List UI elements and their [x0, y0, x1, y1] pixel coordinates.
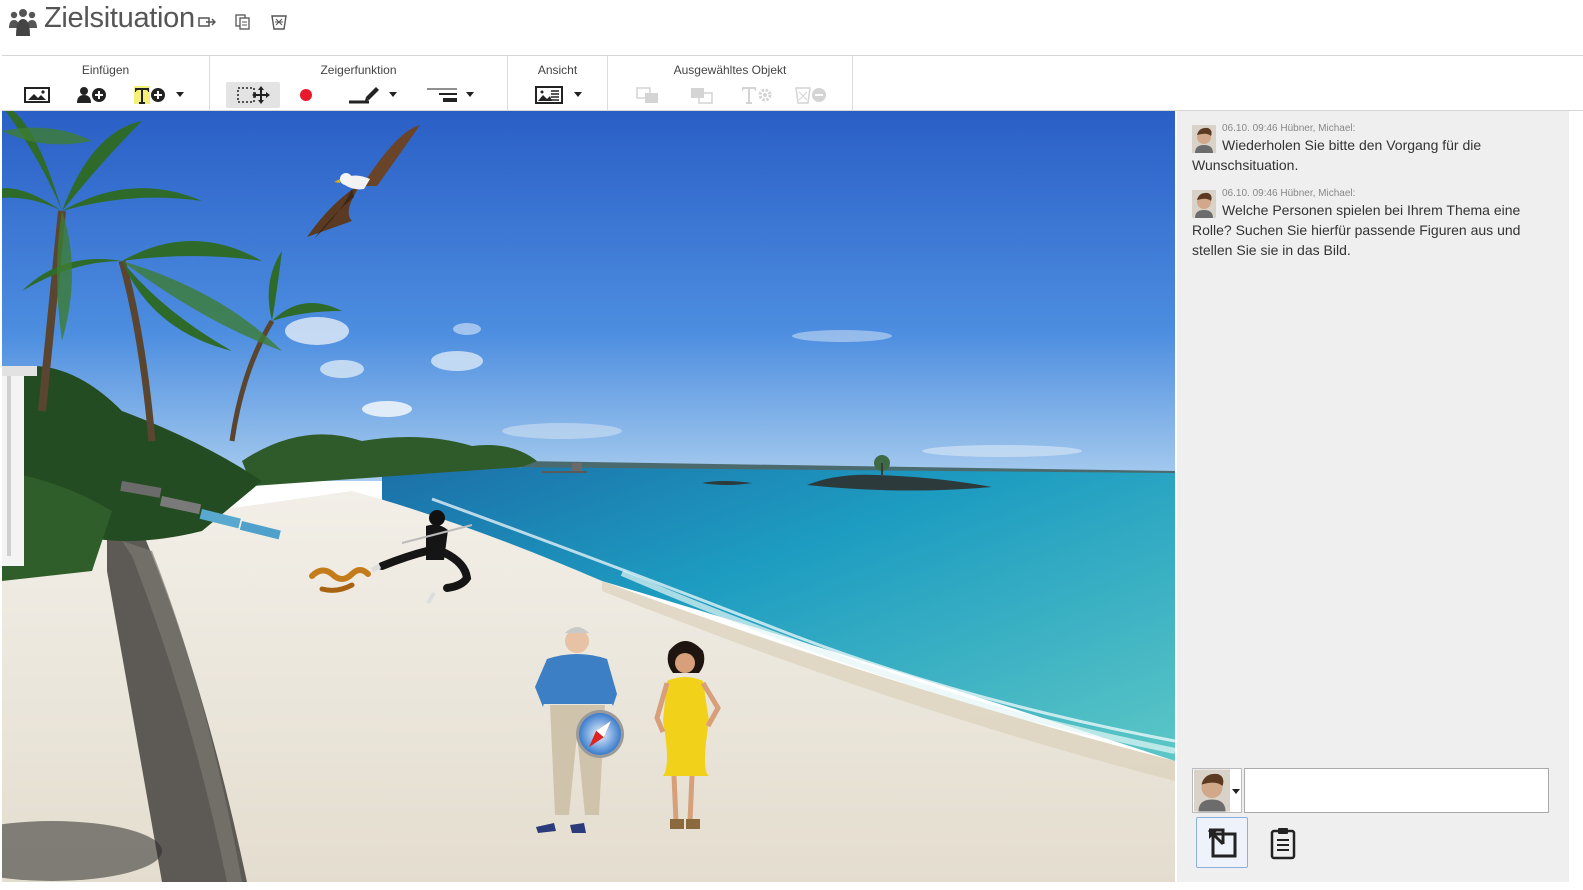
chat-input[interactable]	[1244, 768, 1549, 813]
pen-icon	[349, 87, 379, 104]
add-text-icon	[134, 86, 165, 104]
group-zeigerfunktion: Zeigerfunktion	[210, 56, 508, 110]
pen-button[interactable]	[346, 82, 382, 108]
trash-icon[interactable]	[270, 13, 288, 31]
line-weight-icon	[427, 88, 457, 102]
text-settings-icon	[742, 87, 772, 104]
group-label: Zeigerfunktion	[320, 63, 397, 77]
chevron-down-icon	[1232, 789, 1240, 794]
title-bar: Zielsituation	[0, 0, 1583, 48]
page-title: Zielsituation	[44, 2, 195, 34]
clipboard-icon	[1270, 827, 1296, 859]
delete-object-icon	[795, 87, 826, 104]
add-text-button[interactable]	[133, 82, 167, 108]
insert-background-icon	[24, 87, 50, 103]
group-ausgewaehltes-objekt: Ausgewähltes Objekt	[608, 56, 853, 110]
user-avatar-icon	[1192, 125, 1216, 153]
chat-message-meta: 06.10. 09:46 Hübner, Michael:	[1222, 123, 1356, 134]
record-button[interactable]	[294, 82, 318, 108]
insert-background-button[interactable]	[22, 82, 52, 108]
copy-icon[interactable]	[234, 13, 252, 31]
group-einfuegen: Einfügen	[2, 56, 210, 110]
chat-message: 06.10. 09:46 Hübner, Michael: Wiederhole…	[1192, 123, 1537, 175]
toolbar: Einfügen Zeigerfunktion Ansicht Ausgewäh…	[2, 55, 1583, 111]
chat-message-meta: 06.10. 09:46 Hübner, Michael:	[1222, 188, 1356, 199]
view-card-icon	[535, 86, 563, 104]
add-person-icon	[77, 87, 106, 103]
pen-dropdown-caret[interactable]	[389, 92, 397, 97]
reply-icon	[1207, 828, 1237, 857]
people-group-icon	[9, 9, 37, 36]
reply-button[interactable]	[1196, 817, 1248, 868]
group-label: Ansicht	[537, 63, 578, 77]
chat-message: 06.10. 09:46 Hübner, Michael: Welche Per…	[1192, 188, 1537, 260]
delete-object-button[interactable]	[794, 82, 828, 108]
chat-message-text: Welche Personen spielen bei Ihrem Thema …	[1192, 202, 1521, 258]
send-back-button[interactable]	[688, 82, 718, 108]
bring-front-button[interactable]	[634, 82, 664, 108]
add-person-button[interactable]	[75, 82, 109, 108]
user-avatar-icon	[1192, 190, 1216, 218]
export-icon[interactable]	[198, 13, 216, 31]
group-label: Ausgewähltes Objekt	[673, 63, 787, 77]
scene-canvas[interactable]	[2, 111, 1175, 882]
avatar-selector[interactable]	[1192, 768, 1242, 813]
line-weight-button[interactable]	[424, 82, 460, 108]
line-weight-dropdown-caret[interactable]	[466, 92, 474, 97]
view-button[interactable]	[532, 82, 566, 108]
text-settings-button[interactable]	[740, 82, 774, 108]
record-dot-icon	[300, 89, 312, 101]
arrange-back-icon	[691, 88, 713, 104]
user-avatar-icon	[1194, 769, 1230, 812]
add-text-dropdown-caret[interactable]	[176, 92, 184, 97]
view-dropdown-caret[interactable]	[574, 92, 582, 97]
chat-message-text: Wiederholen Sie bitte den Vorgang für di…	[1192, 137, 1482, 173]
clipboard-button[interactable]	[1257, 817, 1309, 868]
compass-figure	[576, 710, 624, 758]
group-ansicht: Ansicht	[508, 56, 608, 110]
select-move-button[interactable]	[226, 82, 280, 108]
select-move-icon	[237, 86, 270, 104]
group-label: Einfügen	[81, 63, 130, 77]
arrange-front-icon	[636, 87, 658, 103]
chat-panel: 06.10. 09:46 Hübner, Michael: Wiederhole…	[1177, 111, 1569, 882]
beach-background-image	[2, 111, 1175, 882]
